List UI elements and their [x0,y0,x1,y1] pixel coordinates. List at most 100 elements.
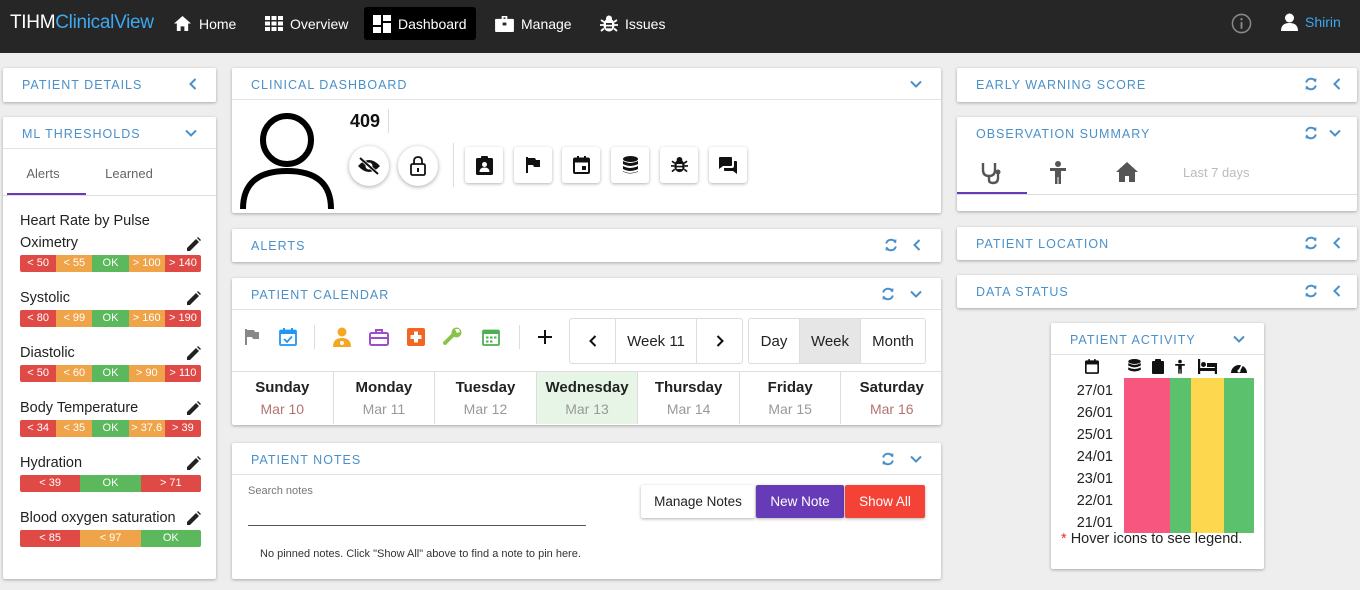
medical-kit-icon[interactable] [407,328,425,346]
wrench-icon[interactable] [443,327,463,347]
briefcase-icon[interactable] [369,329,389,346]
pencil-icon[interactable] [186,346,201,361]
divider [957,194,1357,195]
refresh-icon[interactable] [1304,284,1318,298]
tab-learned[interactable]: Learned [89,166,169,181]
user-menu[interactable]: Shirin [1281,13,1341,31]
manage-notes-button[interactable]: Manage Notes [641,485,755,518]
nav-issues[interactable]: Issues [591,7,674,40]
database-button[interactable] [611,147,649,183]
messages-button[interactable] [709,147,747,183]
nav-home[interactable]: Home [164,7,245,40]
person-icon[interactable] [1174,359,1186,375]
activity-column-location[interactable] [1170,378,1191,533]
chevron-down-icon[interactable] [909,78,923,90]
threshold-segment: > 90 [128,365,165,382]
chevron-down-icon[interactable] [909,453,923,465]
view-month-button[interactable]: Month [861,319,925,363]
refresh-icon[interactable] [1304,126,1318,140]
activity-date: 23/01 [1076,471,1113,487]
threshold-name: Heart Rate by Pulse [20,213,150,229]
app-brand[interactable]: TIHMClinicalView [10,12,154,34]
nav-overview[interactable]: Overview [256,7,357,40]
calendar-day[interactable]: Friday Mar 15 [740,372,842,424]
chevron-down-icon[interactable] [1328,127,1342,139]
bed-icon[interactable] [1198,359,1217,374]
view-week-button[interactable]: Week [800,319,861,363]
range-label[interactable]: Last 7 days [1183,165,1250,180]
chevron-left-icon[interactable] [911,238,923,252]
refresh-icon[interactable] [881,287,895,301]
activity-dates: 27/01 26/01 25/01 24/01 23/01 22/01 21/0… [1065,380,1113,534]
pencil-icon[interactable] [186,456,201,471]
activity-column-gauge[interactable] [1224,378,1254,533]
calendar-day[interactable]: Monday Mar 11 [334,372,436,424]
threshold-name: Blood oxygen saturation [20,510,176,526]
refresh-icon[interactable] [884,238,898,252]
chevron-down-icon[interactable] [1232,333,1246,345]
next-week-button[interactable] [697,319,742,363]
database-icon[interactable] [1128,359,1141,374]
bug-report-button[interactable] [660,147,698,183]
pencil-icon[interactable] [186,291,201,306]
info-icon[interactable] [1231,13,1252,34]
view-switcher: Day Week Month [748,318,926,364]
activity-column-data[interactable] [1124,378,1170,533]
add-icon[interactable] [538,330,552,344]
nav-dashboard[interactable]: Dashboard [364,7,476,40]
person-icon[interactable] [1048,161,1068,185]
show-all-button[interactable]: Show All [845,485,925,518]
stethoscope-icon[interactable] [979,161,1003,185]
brand-part1: TIHM [10,12,56,33]
divider [519,325,520,349]
panel-title: ALERTS [251,239,306,253]
gauge-icon[interactable] [1230,359,1248,374]
nav-manage[interactable]: Manage [486,7,581,40]
threshold-bar: < 39 OK > 71 [20,475,201,492]
panel-header: PATIENT ACTIVITY [1051,323,1264,355]
chevron-left-icon[interactable] [187,77,199,91]
panel-header: CLINICAL DASHBOARD [232,68,941,100]
calendar-icon[interactable] [1085,359,1099,374]
new-note-button[interactable]: New Note [756,485,844,518]
flag-button[interactable] [514,147,552,183]
activity-column-bed[interactable] [1191,378,1224,533]
pencil-icon[interactable] [186,237,201,252]
search-notes-input[interactable] [248,525,586,526]
chevron-down-icon[interactable] [909,288,923,300]
nav-manage-label: Manage [521,15,572,32]
patient-notes-panel: PATIENT NOTES Search notes Manage Notes … [232,443,941,579]
chevron-left-icon[interactable] [1331,236,1343,250]
activity-date: 22/01 [1076,493,1113,509]
calendar-grid-icon[interactable] [482,328,500,346]
doctor-icon[interactable] [333,327,351,347]
calendar-day-today[interactable]: Wednesday Mar 13 [536,372,639,424]
hide-button[interactable] [349,146,389,186]
pencil-icon[interactable] [186,401,201,416]
clipboard-icon[interactable] [1152,359,1164,374]
legend-hint-text: Hover icons to see legend. [1070,531,1243,547]
flag-filter-icon[interactable] [245,329,259,345]
tab-alerts[interactable]: Alerts [3,166,83,181]
refresh-icon[interactable] [1304,77,1318,91]
chevron-down-icon[interactable] [184,127,198,139]
prev-week-button[interactable] [570,319,616,363]
view-day-button[interactable]: Day [749,319,800,363]
calendar-day[interactable]: Tuesday Mar 12 [435,372,537,424]
bug-icon [600,15,618,32]
calendar-day[interactable]: Saturday Mar 16 [841,372,941,424]
threshold-segment: > 37.6 [128,420,165,437]
calendar-day[interactable]: Thursday Mar 14 [638,372,740,424]
calendar-check-icon[interactable] [279,328,297,346]
pencil-icon[interactable] [186,511,201,526]
chevron-left-icon[interactable] [1331,77,1343,91]
refresh-icon[interactable] [1304,236,1318,250]
calendar-button[interactable] [562,147,600,183]
unlock-button[interactable] [398,146,438,186]
patient-record-button[interactable] [465,147,503,183]
home-icon[interactable] [1115,161,1139,183]
calendar-day[interactable]: Sunday Mar 10 [232,372,334,424]
briefcase-icon [495,15,514,32]
chevron-left-icon[interactable] [1331,284,1343,298]
refresh-icon[interactable] [881,452,895,466]
